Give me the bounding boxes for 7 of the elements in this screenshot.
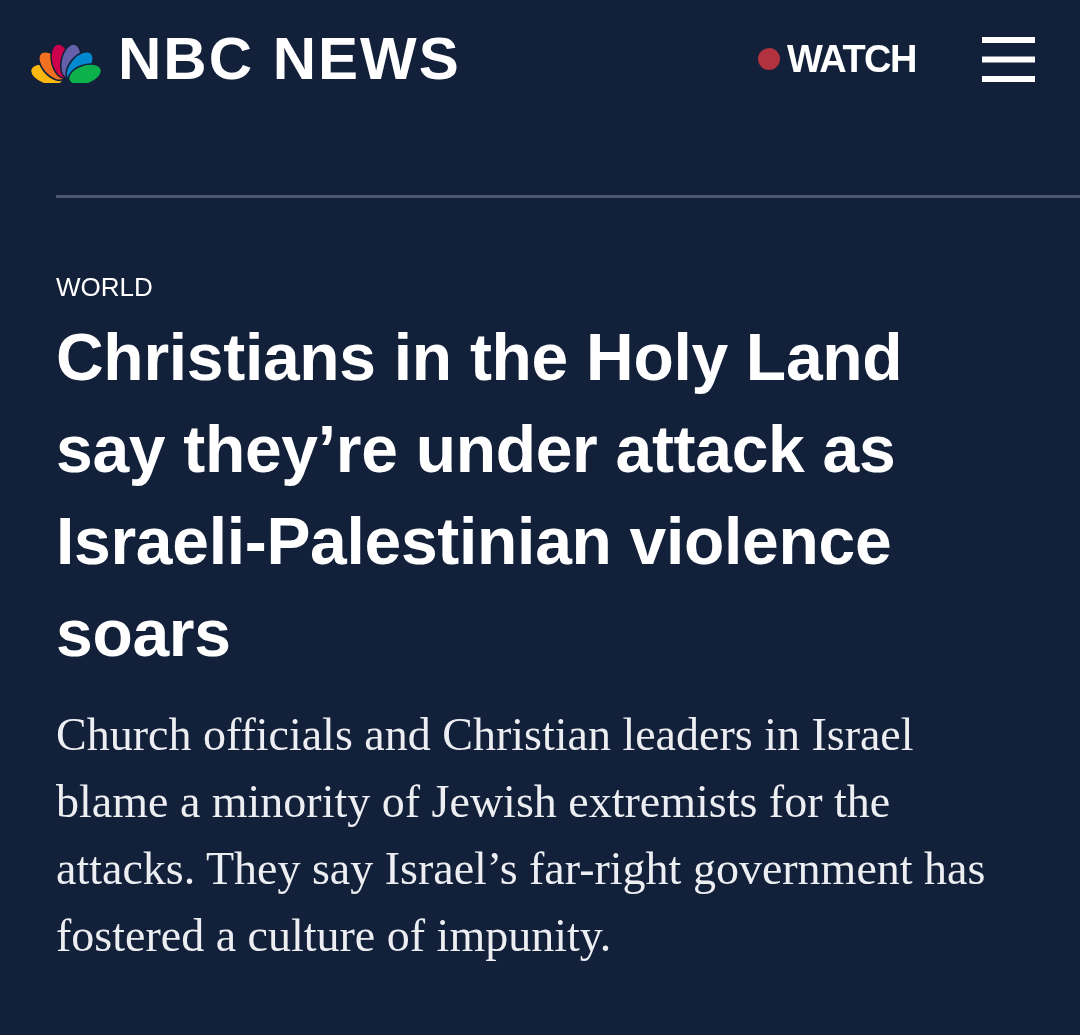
- watch-link[interactable]: WATCH: [758, 37, 916, 81]
- section-label[interactable]: WORLD: [56, 272, 153, 302]
- article-summary: Church officials and Christian leaders in Israel blame a minority of Jewish extremists for the attacks. They say Israel’s far-right government has fostered a culture of impunity.: [56, 708, 987, 963]
- menu-icon[interactable]: [982, 36, 1035, 82]
- headline: Christians in the Holy Land say they’re under attack as Israeli-Palestinian violence soars: [56, 319, 904, 672]
- live-dot-icon: [758, 48, 780, 70]
- brand-name-link[interactable]: NBC NEWS: [118, 29, 461, 89]
